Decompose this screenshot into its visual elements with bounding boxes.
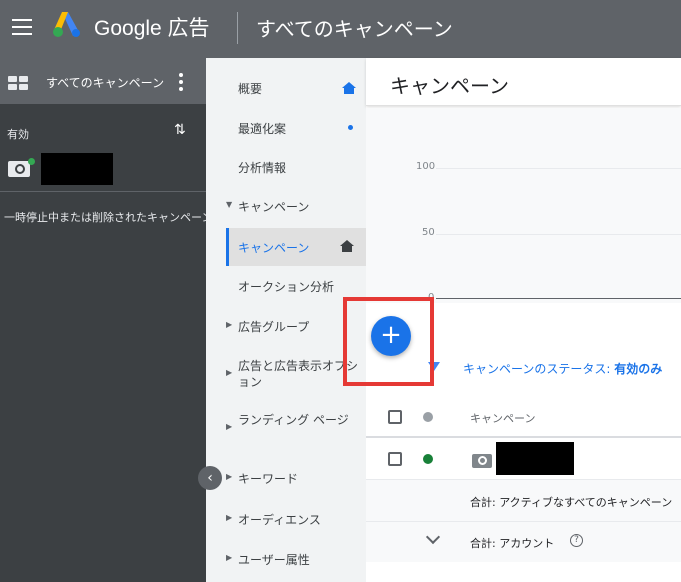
page-title: キャンペーン	[390, 74, 509, 98]
nav-label: キーワード	[238, 472, 299, 486]
active-section-label: 有効	[7, 128, 29, 141]
paused-section-label[interactable]: 一時停止中または削除されたキャンペーン	[4, 209, 206, 225]
select-all-checkbox[interactable]	[388, 410, 402, 424]
selected-indicator	[226, 228, 229, 266]
page-title-bar: キャンペーン	[366, 58, 681, 106]
redacted-campaign-name[interactable]	[41, 153, 113, 185]
app-header: Google 広告 すべてのキャンペーン	[0, 0, 681, 58]
filter-prefix: キャンペーンのステータス:	[463, 362, 615, 376]
chart-gridline	[436, 234, 681, 235]
nav-label: ランディング ページ	[238, 413, 349, 427]
status-header-icon	[423, 412, 433, 422]
campaign-column-header[interactable]: キャンペーン	[470, 410, 535, 426]
nav-label: 分析情報	[238, 161, 287, 175]
header-title: すべてのキャンペーン	[256, 17, 453, 41]
caret-right-icon: ▶	[226, 320, 233, 329]
help-icon[interactable]: ?	[570, 534, 583, 547]
home-icon	[340, 240, 354, 252]
sort-icon[interactable]: ⇅	[174, 122, 186, 138]
header-divider	[237, 12, 238, 44]
caret-down-icon: ▼	[226, 200, 233, 209]
caret-right-icon: ▶	[226, 368, 233, 377]
nav-label: キャンペーン	[238, 200, 310, 214]
notification-dot-icon	[348, 125, 353, 130]
nav-label: 最適化案	[238, 122, 287, 136]
page-nav: 概要 最適化案 分析情報 ▼ キャンペーン キャンペーン オークション分析 ▶ …	[206, 58, 366, 582]
total-account-label: 合計: アカウント	[470, 537, 555, 550]
status-dot-icon	[28, 158, 35, 165]
redacted-campaign-name[interactable]	[496, 442, 574, 475]
nav-label: 広告グループ	[238, 320, 310, 334]
account-panel-title: すべてのキャンペーン	[46, 76, 165, 90]
caret-right-icon: ▶	[226, 422, 233, 431]
search-campaign-icon	[8, 161, 30, 177]
home-icon	[342, 82, 356, 94]
nav-label: オーディエンス	[238, 513, 321, 527]
google-ads-logo	[53, 12, 80, 37]
nav-label: オークション分析	[238, 280, 335, 294]
caret-right-icon: ▶	[226, 553, 233, 562]
filter-value: 有効のみ	[614, 362, 663, 376]
account-panel-header[interactable]: すべてのキャンペーン	[0, 58, 206, 104]
divider	[0, 191, 206, 192]
total-active-label: 合計: アクティブなすべてのキャンペーン	[470, 496, 673, 509]
collapse-nav-button[interactable]: ‹	[198, 466, 222, 490]
chart-baseline	[436, 298, 681, 299]
chart-area: 100 50 0	[366, 108, 681, 303]
caret-right-icon: ▶	[226, 472, 233, 481]
nav-label: キャンペーン	[238, 241, 310, 255]
row-checkbox[interactable]	[388, 452, 402, 466]
nav-label: 概要	[238, 82, 263, 96]
chart-gridline	[436, 168, 681, 169]
nav-label: ユーザー属性	[238, 553, 310, 567]
highlight-annotation	[343, 297, 434, 386]
chart-tick-label: 50	[422, 227, 435, 238]
search-campaign-icon	[472, 454, 492, 468]
brand-name: Google 広告	[94, 17, 210, 40]
more-vert-icon[interactable]	[179, 73, 183, 91]
hamburger-icon[interactable]	[12, 19, 32, 35]
nav-label: 広告と広告表示オプション	[238, 359, 359, 389]
chart-tick-label: 100	[416, 161, 436, 172]
status-filter-chip[interactable]: キャンペーンのステータス: 有効のみ	[463, 360, 662, 377]
view-grid-icon	[8, 76, 28, 90]
caret-right-icon: ▶	[226, 513, 233, 522]
account-panel: すべてのキャンペーン 有効 ⇅ 一時停止中または削除されたキャンペーン	[0, 58, 206, 582]
enabled-status-icon[interactable]	[423, 454, 433, 464]
